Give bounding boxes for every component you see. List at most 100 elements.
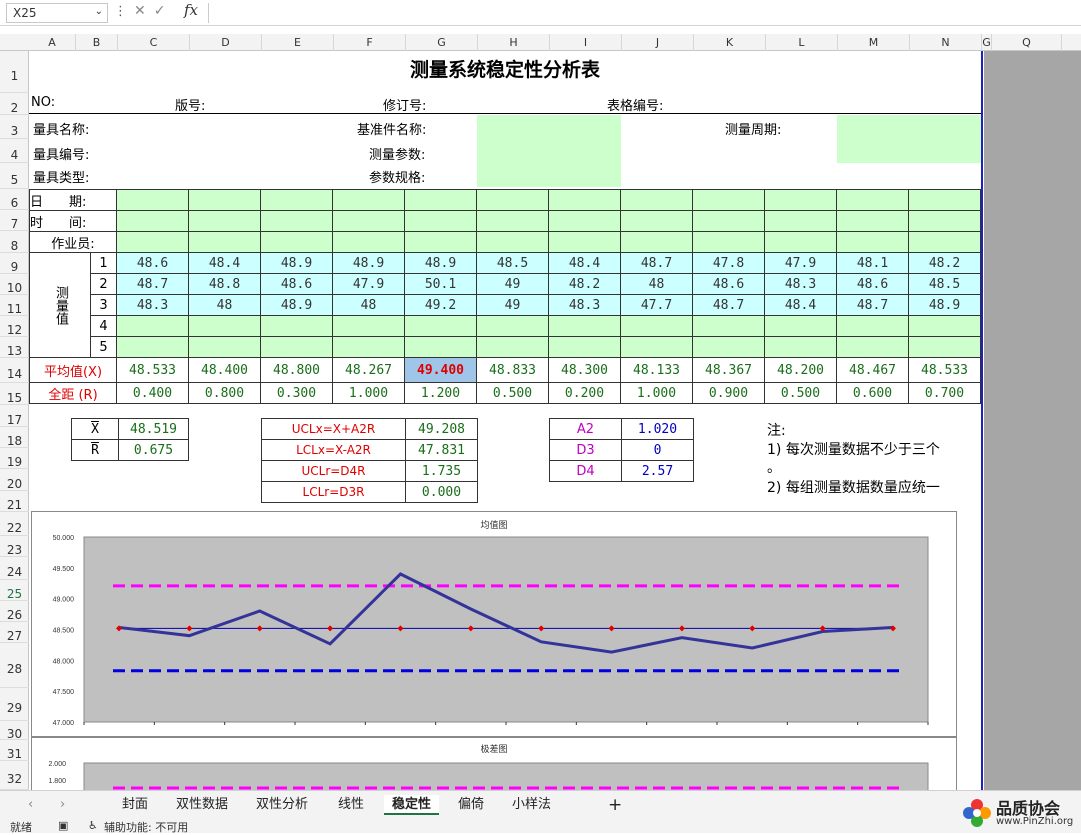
row-29[interactable]: 29 bbox=[0, 688, 29, 721]
measure-cell[interactable]: 47.7 bbox=[620, 294, 693, 316]
column-e[interactable]: E bbox=[262, 34, 334, 51]
operator-cell[interactable] bbox=[692, 231, 765, 253]
insert-function-button[interactable]: fx bbox=[184, 1, 198, 19]
measure-cell[interactable] bbox=[404, 336, 477, 358]
row-28[interactable]: 28 bbox=[0, 643, 29, 688]
macro-icon[interactable]: ▣ bbox=[58, 819, 68, 832]
measure-cell[interactable]: 48.7 bbox=[116, 273, 189, 295]
rbar-value[interactable]: 0.675 bbox=[118, 439, 189, 461]
measure-cell[interactable] bbox=[188, 336, 261, 358]
measure-cell[interactable] bbox=[116, 336, 189, 358]
date-cell[interactable] bbox=[476, 189, 549, 211]
worksheet[interactable]: 测量系统稳定性分析表 NO: 版号: 修订号: 表格编号: 量具名称: 量具编号… bbox=[29, 51, 981, 790]
date-cell[interactable] bbox=[188, 189, 261, 211]
avg-cell[interactable]: 48.833 bbox=[476, 357, 549, 383]
date-cell[interactable] bbox=[836, 189, 909, 211]
measure-cell[interactable]: 48.3 bbox=[548, 294, 621, 316]
avg-cell[interactable]: 48.800 bbox=[260, 357, 333, 383]
measure-cell[interactable]: 48.2 bbox=[908, 252, 981, 274]
avg-cell[interactable]: 49.400 bbox=[404, 357, 477, 383]
measure-cell[interactable]: 48.7 bbox=[620, 252, 693, 274]
measure-cell[interactable]: 48.9 bbox=[260, 252, 333, 274]
row-22[interactable]: 22 bbox=[0, 512, 29, 536]
measure-cell[interactable]: 48.2 bbox=[548, 273, 621, 295]
range-cell[interactable]: 0.700 bbox=[908, 382, 981, 404]
date-cell[interactable] bbox=[260, 189, 333, 211]
measure-cell[interactable]: 47.9 bbox=[764, 252, 837, 274]
column-l[interactable]: L bbox=[766, 34, 838, 51]
period-input-area[interactable] bbox=[837, 115, 981, 163]
column-f[interactable]: F bbox=[334, 34, 406, 51]
avg-cell[interactable]: 48.533 bbox=[908, 357, 981, 383]
cancel-confirm-icons[interactable]: ✕✓ bbox=[134, 3, 173, 19]
measure-cell[interactable] bbox=[620, 315, 693, 337]
measure-cell[interactable] bbox=[764, 336, 837, 358]
row-12[interactable]: 12 bbox=[0, 316, 29, 337]
measure-cell[interactable] bbox=[620, 336, 693, 358]
measure-cell[interactable] bbox=[260, 336, 333, 358]
row-6[interactable]: 6 bbox=[0, 189, 29, 210]
row-14[interactable]: 14 bbox=[0, 358, 29, 383]
operator-cell[interactable] bbox=[332, 231, 405, 253]
time-cell[interactable] bbox=[548, 210, 621, 232]
measure-cell[interactable] bbox=[188, 315, 261, 337]
measure-cell[interactable] bbox=[548, 336, 621, 358]
measure-cell[interactable] bbox=[836, 336, 909, 358]
date-cell[interactable] bbox=[404, 189, 477, 211]
time-cell[interactable] bbox=[332, 210, 405, 232]
measure-cell[interactable]: 48.6 bbox=[260, 273, 333, 295]
date-cell[interactable] bbox=[548, 189, 621, 211]
column-g[interactable]: G bbox=[406, 34, 478, 51]
ref-input-area[interactable] bbox=[477, 115, 621, 187]
time-cell[interactable] bbox=[404, 210, 477, 232]
operator-cell[interactable] bbox=[404, 231, 477, 253]
measure-cell[interactable] bbox=[476, 336, 549, 358]
avg-cell[interactable]: 48.533 bbox=[116, 357, 189, 383]
avg-cell[interactable]: 48.400 bbox=[188, 357, 261, 383]
row-7[interactable]: 7 bbox=[0, 210, 29, 231]
column-c[interactable]: C bbox=[118, 34, 190, 51]
measure-cell[interactable]: 48.4 bbox=[548, 252, 621, 274]
range-cell[interactable]: 1.000 bbox=[620, 382, 693, 404]
time-cell[interactable] bbox=[476, 210, 549, 232]
measure-cell[interactable] bbox=[404, 315, 477, 337]
measure-cell[interactable] bbox=[836, 315, 909, 337]
row-23[interactable]: 23 bbox=[0, 536, 29, 557]
measure-cell[interactable] bbox=[476, 315, 549, 337]
measure-cell[interactable]: 48.6 bbox=[836, 273, 909, 295]
tab-3[interactable]: 双性分析 bbox=[256, 795, 308, 815]
lclx-value[interactable]: 47.831 bbox=[405, 439, 478, 461]
column-d[interactable]: D bbox=[190, 34, 262, 51]
row-21[interactable]: 21 bbox=[0, 491, 29, 512]
range-cell[interactable]: 0.300 bbox=[260, 382, 333, 404]
row-8[interactable]: 8 bbox=[0, 231, 29, 253]
xbar-value[interactable]: 48.519 bbox=[118, 418, 189, 440]
measure-cell[interactable]: 47.8 bbox=[692, 252, 765, 274]
measure-cell[interactable]: 48.6 bbox=[692, 273, 765, 295]
measure-cell[interactable] bbox=[260, 315, 333, 337]
date-cell[interactable] bbox=[116, 189, 189, 211]
chevron-down-icon[interactable]: ⌄ bbox=[95, 6, 103, 17]
measure-cell[interactable]: 50.1 bbox=[404, 273, 477, 295]
column-g[interactable]: G bbox=[982, 34, 992, 51]
row-31[interactable]: 31 bbox=[0, 740, 29, 761]
measure-cell[interactable] bbox=[764, 315, 837, 337]
prev-sheet-icon[interactable]: ‹ bbox=[28, 795, 33, 815]
operator-cell[interactable] bbox=[476, 231, 549, 253]
tab-4[interactable]: 线性 bbox=[338, 795, 364, 815]
row-2[interactable]: 2 bbox=[0, 93, 29, 115]
time-cell[interactable] bbox=[836, 210, 909, 232]
column-k[interactable]: K bbox=[694, 34, 766, 51]
column-b[interactable]: B bbox=[76, 34, 118, 51]
date-cell[interactable] bbox=[764, 189, 837, 211]
measure-cell[interactable]: 48.7 bbox=[692, 294, 765, 316]
d4-value[interactable]: 2.57 bbox=[621, 460, 694, 482]
row-32[interactable]: 32 bbox=[0, 761, 29, 790]
measure-cell[interactable]: 48.9 bbox=[908, 294, 981, 316]
accessibility-icon[interactable]: ♿ bbox=[88, 819, 98, 832]
row-4[interactable]: 4 bbox=[0, 139, 29, 163]
avg-cell[interactable]: 48.267 bbox=[332, 357, 405, 383]
avg-cell[interactable]: 48.367 bbox=[692, 357, 765, 383]
measure-cell[interactable]: 48.7 bbox=[836, 294, 909, 316]
measure-cell[interactable]: 48.8 bbox=[188, 273, 261, 295]
